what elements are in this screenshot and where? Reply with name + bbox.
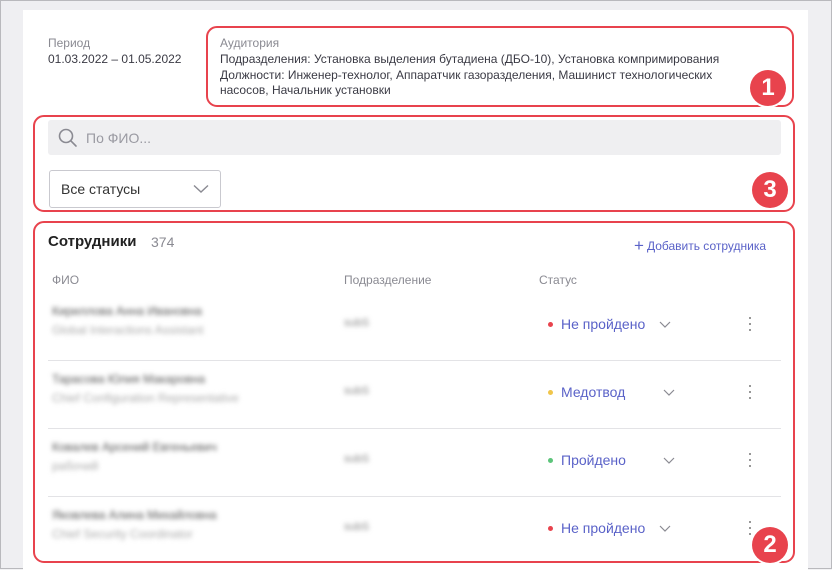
callout-box-filters xyxy=(33,115,795,212)
callout-badge: 3 xyxy=(752,172,788,208)
callout-badge: 2 xyxy=(752,527,788,563)
callout-box-audience xyxy=(206,26,794,107)
period-label: Период xyxy=(48,36,91,50)
period-block: Период 01.03.2022 – 01.05.2022 xyxy=(48,36,181,67)
period-value: 01.03.2022 – 01.05.2022 xyxy=(48,52,182,66)
callout-badge: 1 xyxy=(750,70,786,106)
callout-box-employees xyxy=(33,221,795,563)
